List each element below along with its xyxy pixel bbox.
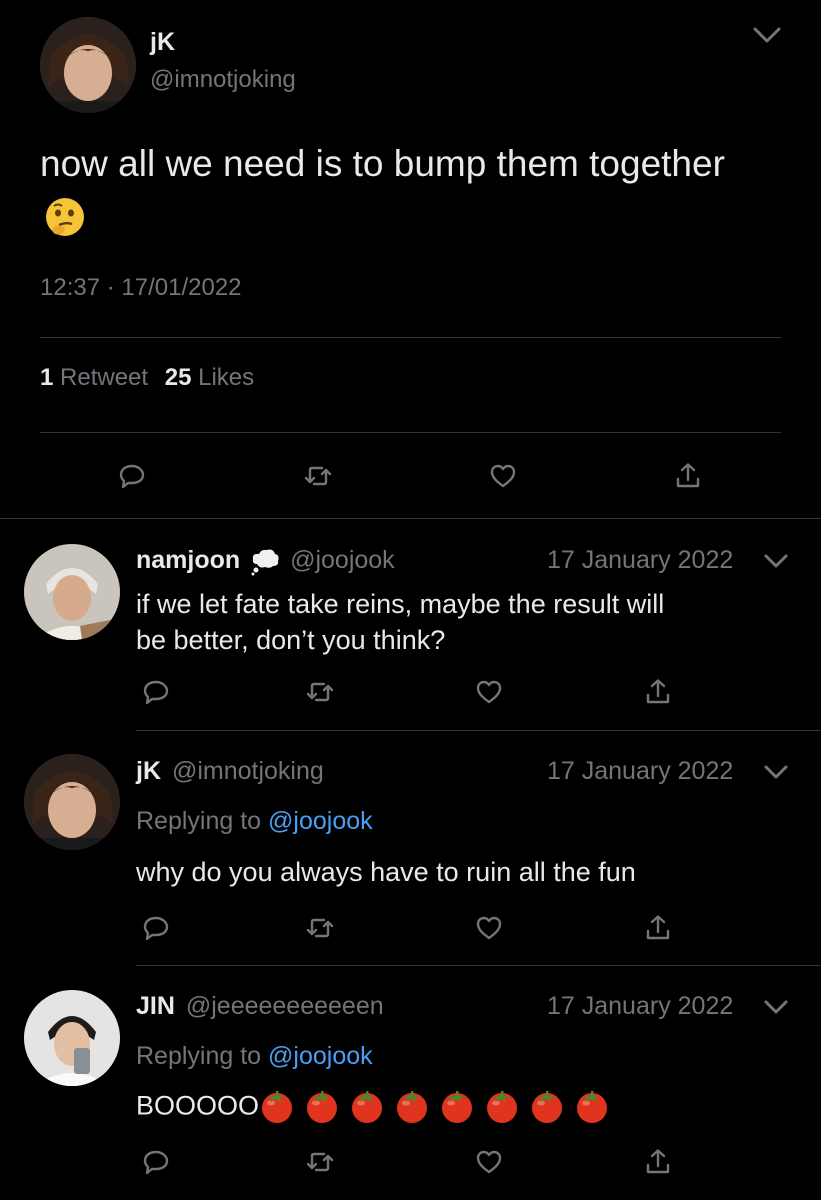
share-icon[interactable] xyxy=(638,672,678,712)
divider xyxy=(0,518,821,519)
replying-to-handle[interactable]: @joojook xyxy=(268,807,373,835)
thinking-face-icon xyxy=(44,196,86,238)
replying-to-prefix: Replying to xyxy=(136,1042,262,1070)
retweet-icon[interactable] xyxy=(300,672,340,712)
engagement-stats: 1 Retweet 25 Likes xyxy=(40,364,254,392)
tomato-emoji-row xyxy=(250,1089,610,1123)
retweet-count[interactable]: 1 xyxy=(40,364,53,391)
like-icon[interactable] xyxy=(469,672,509,712)
like-icon[interactable] xyxy=(469,1142,509,1182)
display-name[interactable]: JIN xyxy=(136,992,175,1020)
share-icon[interactable] xyxy=(638,1142,678,1182)
tomato-icon xyxy=(574,1088,610,1124)
display-name[interactable]: jK xyxy=(136,757,161,785)
chevron-down-icon[interactable] xyxy=(763,999,789,1016)
replying-to: Replying to @joojook xyxy=(136,807,373,836)
reply-icon[interactable] xyxy=(136,672,176,712)
reply-text-content: BOOOOO xyxy=(136,1090,260,1121)
retweet-icon[interactable] xyxy=(298,456,338,496)
tweet-text-content: now all we need is to bump them together xyxy=(40,143,725,184)
tomato-icon xyxy=(349,1088,385,1124)
reply-text-line: if we let fate take reins, maybe the res… xyxy=(136,589,665,619)
like-icon[interactable] xyxy=(469,908,509,948)
replying-to-prefix: Replying to xyxy=(136,807,262,835)
tweet-timestamp[interactable]: 12:37 · 17/01/2022 xyxy=(40,274,242,302)
retweet-icon[interactable] xyxy=(300,1142,340,1182)
tomato-icon xyxy=(529,1088,565,1124)
like-icon[interactable] xyxy=(483,456,523,496)
tweet-date[interactable]: 17 January 2022 xyxy=(547,546,733,575)
avatar[interactable] xyxy=(24,990,120,1086)
tomato-icon xyxy=(394,1088,430,1124)
likes-label[interactable]: Likes xyxy=(198,364,254,391)
handle[interactable]: @imnotjoking xyxy=(172,757,324,785)
handle[interactable]: @joojook xyxy=(290,546,395,574)
divider xyxy=(40,337,781,338)
tweet-date[interactable]: 17 January 2022 xyxy=(547,992,733,1021)
reply-icon[interactable] xyxy=(136,1142,176,1182)
tomato-icon xyxy=(484,1088,520,1124)
replying-to: Replying to @joojook xyxy=(136,1042,373,1071)
chevron-down-icon[interactable] xyxy=(763,764,789,781)
tweet-header: namjoon @joojook xyxy=(136,546,395,576)
separator-dot: · xyxy=(106,274,115,301)
reply-text-line: be better, don’t you think? xyxy=(136,625,446,655)
divider xyxy=(40,432,781,433)
tomato-icon xyxy=(259,1088,295,1124)
chevron-down-icon[interactable] xyxy=(763,553,789,570)
share-icon[interactable] xyxy=(668,456,708,496)
replying-to-handle[interactable]: @joojook xyxy=(268,1042,373,1070)
avatar[interactable] xyxy=(24,544,120,640)
display-name[interactable]: jK xyxy=(150,28,175,57)
share-icon[interactable] xyxy=(638,908,678,948)
tweet-date: 17/01/2022 xyxy=(121,274,242,301)
avatar[interactable] xyxy=(40,17,136,113)
divider xyxy=(136,965,821,966)
retweet-label[interactable]: Retweet xyxy=(60,364,148,391)
reply-icon[interactable] xyxy=(136,908,176,948)
reply-icon[interactable] xyxy=(112,456,152,496)
divider xyxy=(136,730,821,731)
retweet-icon[interactable] xyxy=(300,908,340,948)
handle[interactable]: @jeeeeeeeeeeen xyxy=(186,992,384,1020)
display-name[interactable]: namjoon xyxy=(136,546,240,574)
avatar[interactable] xyxy=(24,754,120,850)
reply-text: BOOOOO xyxy=(136,1088,610,1124)
reply-text: if we let fate take reins, maybe the res… xyxy=(136,586,796,658)
tweet-text: now all we need is to bump them together xyxy=(40,138,740,240)
tomato-icon xyxy=(439,1088,475,1124)
handle[interactable]: @imnotjoking xyxy=(150,66,296,94)
thought-balloon-icon xyxy=(249,546,281,576)
tweet-header: jK @imnotjoking xyxy=(136,757,324,786)
reply-text: why do you always have to ruin all the f… xyxy=(136,857,636,887)
chevron-down-icon[interactable] xyxy=(752,26,782,46)
tweet-time: 12:37 xyxy=(40,274,101,301)
tweet-header: JIN @jeeeeeeeeeeen xyxy=(136,992,384,1021)
likes-count[interactable]: 25 xyxy=(165,364,192,391)
tomato-icon xyxy=(304,1088,340,1124)
tweet-date[interactable]: 17 January 2022 xyxy=(547,757,733,786)
